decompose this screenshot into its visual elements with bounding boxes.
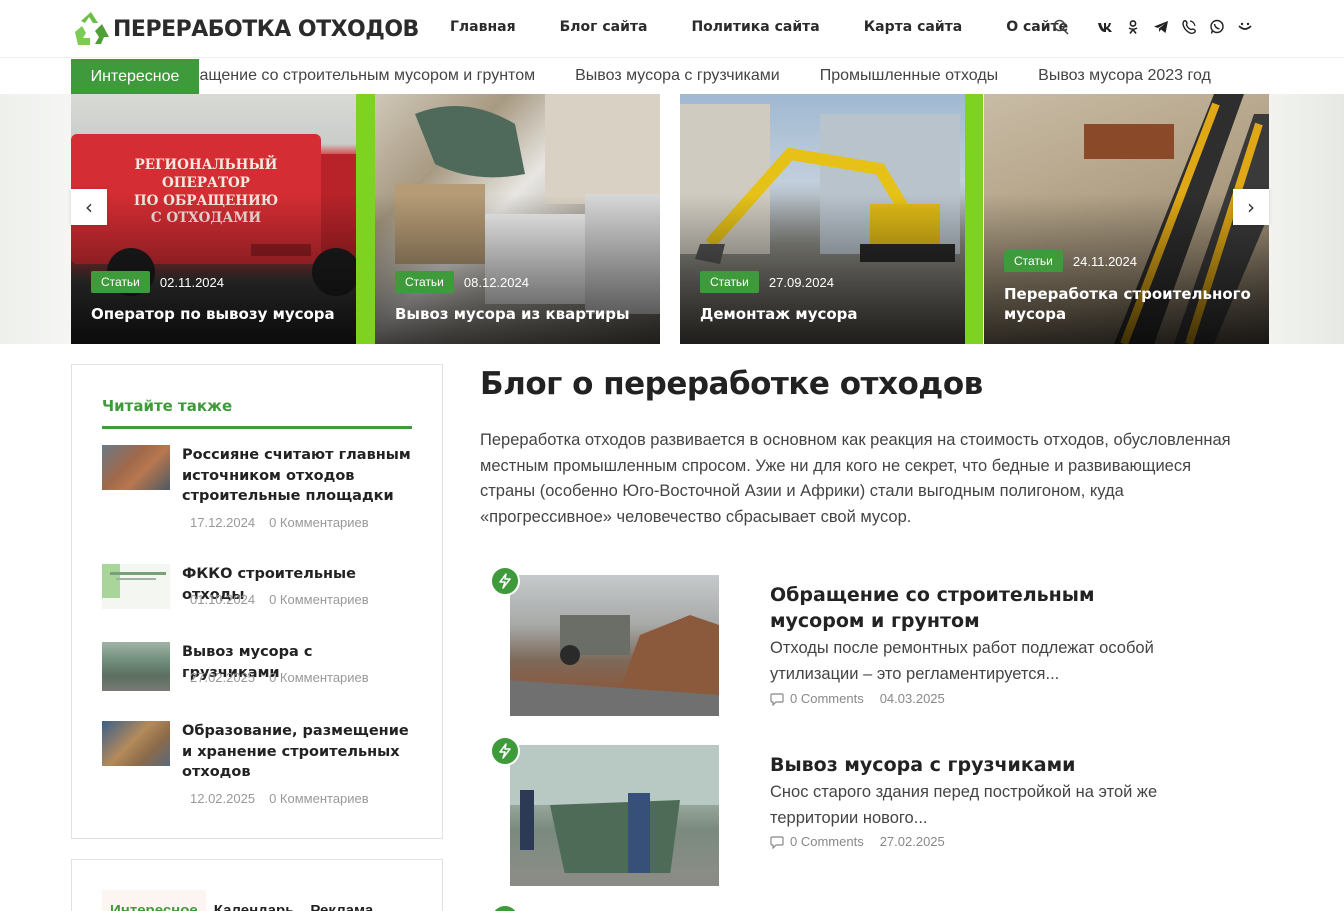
sidebar-post-meta: 27.02.2025 0 Комментариев <box>190 670 369 685</box>
sidebar-thumb[interactable] <box>102 721 170 766</box>
slide-card[interactable]: Статьи 08.12.2024 Вывоз мусора из кварти… <box>375 94 660 344</box>
slide-gap-stripe <box>355 94 375 344</box>
chevron-right-icon: › <box>1247 195 1255 219</box>
site-header: ПЕРЕРАБОТКА ОТХОДОВ Главная Блог сайта П… <box>0 0 1344 58</box>
slide-date: 27.09.2024 <box>768 274 834 290</box>
recycle-icon <box>75 12 109 45</box>
slide-meta: Статьи 02.11.2024 <box>91 271 224 293</box>
slide-gap-stripe <box>963 94 983 344</box>
slider-next-button[interactable]: › <box>1233 189 1269 225</box>
comment-icon <box>770 692 784 706</box>
slide-title[interactable]: Оператор по вывозу мусора <box>91 304 338 324</box>
sidebar-thumb[interactable] <box>102 564 170 609</box>
sidebar-post-date: 12.02.2025 <box>190 791 256 806</box>
category-badge[interactable]: Статьи <box>395 271 454 293</box>
post-date: 27.02.2025 <box>879 834 945 849</box>
logo-text: ПЕРЕРАБОТКА ОТХОДОВ <box>113 16 419 42</box>
tab-interesting[interactable]: Интересное <box>102 890 206 911</box>
slide-date: 24.11.2024 <box>1072 253 1137 269</box>
sidebar-post-meta: 17.12.2024 0 Комментариев <box>190 515 369 530</box>
post-comments[interactable]: 0 Comments <box>790 691 864 706</box>
lightning-icon <box>490 736 520 766</box>
slider-prev-button[interactable]: ‹ <box>71 189 107 225</box>
sidebar-tabs-widget: Интересное Календарь Реклама <box>71 859 443 911</box>
odnoklassniki-icon[interactable] <box>1124 18 1142 36</box>
post-card[interactable]: Обращение со строительным мусором и грун… <box>490 566 1250 726</box>
vk-icon[interactable] <box>1096 18 1114 36</box>
max-icon[interactable] <box>1236 18 1254 36</box>
main-nav: Главная Блог сайта Политика сайта Карта … <box>450 19 1112 35</box>
sidebar-post-title[interactable]: Образование, размещение и хранение строи… <box>182 721 412 783</box>
post-meta: 0 Comments 04.03.2025 <box>770 691 945 706</box>
slide-date: 08.12.2024 <box>463 274 529 290</box>
slide-title[interactable]: Демонтаж мусора <box>700 304 947 324</box>
slide-card[interactable]: Статьи 27.09.2024 Демонтаж мусора <box>680 94 965 344</box>
sidebar-divider <box>102 426 412 429</box>
sidebar-post-meta: 12.02.2025 0 Комментариев <box>190 791 369 806</box>
slide-meta: Статьи 08.12.2024 <box>395 271 529 293</box>
sidebar-post-date: 27.02.2025 <box>190 670 256 685</box>
sidebar-post-comments[interactable]: 0 Комментариев <box>269 515 369 530</box>
slide-card[interactable]: Статьи 24.11.2024 Переработка строительн… <box>984 94 1269 344</box>
nav-policy[interactable]: Политика сайта <box>691 19 819 35</box>
lightning-icon <box>490 904 520 911</box>
sidebar-heading: Читайте также <box>102 397 233 415</box>
page-title: Блог о переработке отходов <box>480 366 983 402</box>
sidebar-post-date: 01.10.2024 <box>190 592 256 607</box>
chevron-left-icon: ‹ <box>85 195 93 219</box>
featured-slider: РЕГИОНАЛЬНЫЙ ОПЕРАТОР ПО ОБРАЩЕНИЮ С ОТХ… <box>0 94 1344 344</box>
slide-title[interactable]: Переработка строительного мусора <box>1004 284 1251 324</box>
sidebar-post-comments[interactable]: 0 Комментариев <box>269 670 369 685</box>
page-intro: Переработка отходов развивается в основн… <box>480 431 1231 526</box>
ticker-track: Обращение со строительным мусором и грун… <box>199 59 1269 94</box>
whatsapp-icon[interactable] <box>1208 18 1226 36</box>
header-icons <box>1052 18 1264 36</box>
sidebar-post-meta: 01.10.2024 0 Комментариев <box>190 592 369 607</box>
ticker-item[interactable]: Вывоз мусора с грузчиками <box>575 67 780 85</box>
telegram-icon[interactable] <box>1152 18 1170 36</box>
post-comments[interactable]: 0 Comments <box>790 834 864 849</box>
post-meta: 0 Comments 27.02.2025 <box>770 834 945 849</box>
post-excerpt: Снос старого здания перед постройкой на … <box>770 783 1158 827</box>
ticker-item[interactable]: Промышленные отходы <box>820 67 998 85</box>
sidebar-thumb[interactable] <box>102 445 170 490</box>
post-title[interactable]: Обращение со строительным мусором и грун… <box>770 582 1190 634</box>
viber-icon[interactable] <box>1180 18 1198 36</box>
ticker-badge: Интересное <box>71 59 199 94</box>
tab-calendar[interactable]: Календарь <box>206 890 303 911</box>
category-badge[interactable]: Статьи <box>1004 250 1063 272</box>
comment-icon <box>770 835 784 849</box>
post-thumbnail[interactable] <box>510 575 719 716</box>
post-date: 04.03.2025 <box>879 691 945 706</box>
category-badge[interactable]: Статьи <box>91 271 150 293</box>
ticker-item[interactable]: Вывоз мусора 2023 год <box>1038 67 1211 85</box>
post-excerpt: Отходы после ремонтных работ подлежат ос… <box>770 639 1154 683</box>
ticker-item[interactable]: Обращение со строительным мусором и грун… <box>199 67 535 85</box>
post-thumbnail[interactable] <box>510 745 719 886</box>
category-badge[interactable]: Статьи <box>700 271 759 293</box>
site-logo[interactable]: ПЕРЕРАБОТКА ОТХОДОВ <box>71 9 419 49</box>
news-ticker: Интересное Обращение со строительным мус… <box>0 59 1344 94</box>
slide-meta: Статьи 27.09.2024 <box>700 271 834 293</box>
slide-meta: Статьи 24.11.2024 <box>1004 250 1137 272</box>
sidebar-post-title[interactable]: Россияне считают главным источником отхо… <box>182 445 412 507</box>
nav-sitemap[interactable]: Карта сайта <box>864 19 962 35</box>
slide-card[interactable]: РЕГИОНАЛЬНЫЙ ОПЕРАТОР ПО ОБРАЩЕНИЮ С ОТХ… <box>71 94 356 344</box>
tab-ads[interactable]: Реклама <box>302 890 381 911</box>
nav-blog[interactable]: Блог сайта <box>560 19 648 35</box>
sidebar-post-date: 17.12.2024 <box>190 515 256 530</box>
sidebar-read-also: Читайте также Россияне считают главным и… <box>71 364 443 839</box>
search-icon[interactable] <box>1052 18 1070 36</box>
sidebar-post-comments[interactable]: 0 Комментариев <box>269 592 369 607</box>
sidebar-tabs: Интересное Календарь Реклама <box>102 890 381 911</box>
slide-date: 02.11.2024 <box>159 274 224 290</box>
sidebar-thumb[interactable] <box>102 642 170 691</box>
lightning-icon <box>490 566 520 596</box>
nav-home[interactable]: Главная <box>450 19 516 35</box>
post-title[interactable]: Вывоз мусора с грузчиками <box>770 752 1190 778</box>
slide-title[interactable]: Вывоз мусора из квартиры <box>395 304 642 324</box>
sidebar-post-comments[interactable]: 0 Комментариев <box>269 791 369 806</box>
post-card[interactable]: Вывоз мусора с грузчиками Снос старого з… <box>490 736 1250 896</box>
